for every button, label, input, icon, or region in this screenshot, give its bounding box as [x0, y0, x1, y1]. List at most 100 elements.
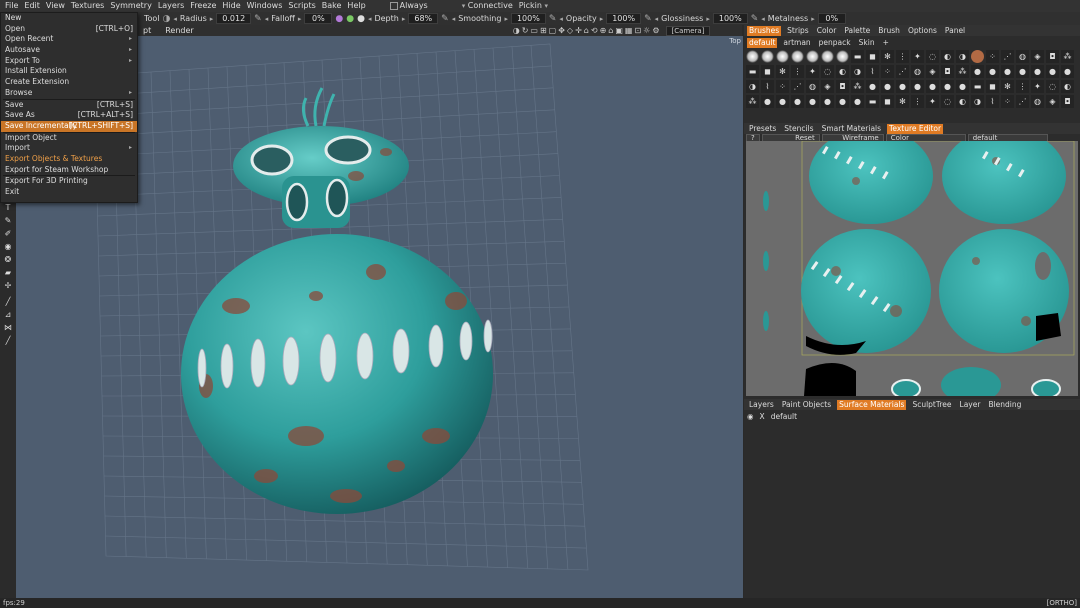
brush-thumbnail[interactable]: ● — [1046, 65, 1059, 78]
brush-thumbnail[interactable]: ● — [1061, 65, 1074, 78]
tab-paint-objects[interactable]: Paint Objects — [780, 400, 833, 410]
brush-thumbnail[interactable]: ◑ — [851, 65, 864, 78]
home-icon[interactable]: ⌂ — [608, 26, 613, 36]
tab-presets[interactable]: Presets — [747, 124, 778, 134]
brush-thumbnail[interactable]: ⌇ — [986, 95, 999, 108]
brush-tool-icon[interactable]: ✐ — [3, 229, 13, 239]
tab-texture-editor[interactable]: Texture Editor — [887, 123, 944, 134]
brush-thumbnail[interactable] — [776, 50, 789, 63]
brush-thumbnail[interactable]: ● — [761, 95, 774, 108]
glossiness-increase[interactable]: ▸ — [706, 15, 710, 23]
menu-freeze[interactable]: Freeze — [187, 0, 219, 12]
model-head[interactable] — [233, 87, 409, 228]
file-menu-import-object[interactable]: Import Object — [1, 133, 137, 144]
tab-palette[interactable]: Palette — [842, 26, 872, 36]
brush-thumbnail[interactable]: ✻ — [776, 65, 789, 78]
menu-edit[interactable]: Edit — [21, 0, 43, 12]
brush-thumbnail[interactable]: ◈ — [1046, 95, 1059, 108]
tab-surface-materials[interactable]: Surface Materials — [837, 399, 907, 410]
brush-set-artman[interactable]: artman — [781, 38, 812, 48]
brush-thumbnail[interactable]: ◑ — [956, 50, 969, 63]
file-menu-create-extension[interactable]: Create Extension — [1, 77, 137, 88]
brush-set-skin[interactable]: Skin — [857, 38, 877, 48]
brush-thumbnail[interactable]: ● — [911, 80, 924, 93]
lock-icon[interactable]: ⌂ — [584, 26, 589, 36]
brush-thumbnail[interactable]: ⋮ — [896, 50, 909, 63]
move-icon[interactable]: ✛ — [575, 26, 582, 36]
menu-textures[interactable]: Textures — [68, 0, 107, 12]
file-menu-export-to[interactable]: Export To ▸ — [1, 56, 137, 67]
opacity-decrease[interactable]: ◂ — [559, 15, 563, 23]
connective-dropdown[interactable]: ▾ Connective — [459, 0, 516, 12]
metalness-increase[interactable]: ▸ — [811, 15, 815, 23]
glossiness-decrease[interactable]: ◂ — [655, 15, 659, 23]
brush-thumbnail[interactable]: ◈ — [1031, 50, 1044, 63]
always-checkbox[interactable] — [389, 1, 398, 10]
brush-thumbnail[interactable] — [836, 50, 849, 63]
settings-icon[interactable]: ⚙ — [652, 26, 659, 36]
brush-thumbnail[interactable]: ◍ — [1031, 95, 1044, 108]
file-menu-save[interactable]: Save [CTRL+S] — [1, 100, 137, 111]
brush-thumbnail[interactable]: ● — [1016, 65, 1029, 78]
brush-thumbnail[interactable]: ◌ — [926, 50, 939, 63]
brush-thumbnail[interactable] — [806, 50, 819, 63]
glossiness-field[interactable]: 100% — [712, 13, 748, 24]
file-menu-open-recent[interactable]: Open Recent ▸ — [1, 34, 137, 45]
radius-field[interactable]: 0.012 — [216, 13, 252, 24]
brush-thumbnail[interactable]: ⁘ — [881, 65, 894, 78]
brush-thumbnail[interactable]: ● — [851, 95, 864, 108]
menu-windows[interactable]: Windows — [244, 0, 286, 12]
smoothing-decrease[interactable]: ◂ — [452, 15, 456, 23]
brush-thumbnail[interactable] — [971, 50, 984, 63]
frame-icon[interactable]: ▭ — [530, 26, 538, 36]
tab-brushes[interactable]: Brushes — [747, 25, 782, 36]
brush-thumbnail[interactable]: ⋰ — [896, 65, 909, 78]
brush-thumbnail[interactable] — [761, 50, 774, 63]
tab-stencils[interactable]: Stencils — [782, 124, 815, 134]
brush-thumbnail[interactable]: ● — [776, 95, 789, 108]
brush-thumbnail[interactable]: ◘ — [941, 65, 954, 78]
brush-thumbnail[interactable]: ✦ — [806, 65, 819, 78]
brush-thumbnail[interactable]: ● — [1031, 65, 1044, 78]
brush-thumbnail[interactable]: ● — [926, 80, 939, 93]
pickin-dropdown[interactable]: Pickin ▾ — [516, 0, 551, 12]
brush-thumbnail[interactable]: ✻ — [881, 50, 894, 63]
file-menu-exit[interactable]: Exit — [1, 187, 137, 198]
brush-thumbnail[interactable] — [821, 50, 834, 63]
brush-thumbnail[interactable]: ◘ — [1046, 50, 1059, 63]
eye-tool-icon[interactable]: ◉ — [3, 242, 13, 252]
brush-thumbnail[interactable]: ⁘ — [776, 80, 789, 93]
file-menu-browse[interactable]: Browse ▸ — [1, 88, 137, 99]
menu-help[interactable]: Help — [344, 0, 368, 12]
pick-tool-icon[interactable]: ✢ — [3, 281, 13, 291]
window-icon[interactable]: ▢ — [549, 26, 557, 36]
metalness-field[interactable]: 0% — [817, 13, 846, 24]
brush-thumbnail[interactable]: ● — [941, 80, 954, 93]
brush-thumbnail[interactable]: ● — [806, 95, 819, 108]
fill-tool-icon[interactable]: ▰ — [3, 268, 13, 278]
ortho-icon[interactable]: ⊡ — [634, 26, 641, 36]
brush-thumbnail[interactable]: ◼ — [866, 50, 879, 63]
menu-symmetry[interactable]: Symmetry — [107, 0, 154, 12]
grid-icon[interactable]: ⊞ — [540, 26, 547, 36]
metalness-decrease[interactable]: ◂ — [761, 15, 765, 23]
brush-thumbnail[interactable]: ▬ — [866, 95, 879, 108]
brush-thumbnail[interactable]: ⁘ — [986, 50, 999, 63]
brush-thumbnail[interactable]: ⋰ — [1016, 95, 1029, 108]
menu-bake[interactable]: Bake — [319, 0, 345, 12]
brush-thumbnail[interactable]: ◼ — [986, 80, 999, 93]
script-menu[interactable]: pt — [140, 25, 154, 37]
file-menu-save-incrementally[interactable]: Save Incrementally [CTRL+SHIFT+S] — [1, 120, 137, 132]
falloff-decrease[interactable]: ◂ — [265, 15, 269, 23]
depth-field[interactable]: 68% — [408, 13, 439, 24]
brush-thumbnail[interactable]: ● — [971, 65, 984, 78]
depth-decrease[interactable]: ◂ — [368, 15, 372, 23]
file-menu-new[interactable]: New — [1, 13, 137, 24]
reset-icon[interactable]: ⟲ — [591, 26, 598, 36]
camera-icon[interactable]: ▣ — [615, 26, 623, 36]
brush-thumbnail[interactable]: ● — [836, 95, 849, 108]
brush-thumbnail[interactable]: ⋰ — [1001, 50, 1014, 63]
smoothing-increase[interactable]: ▸ — [504, 15, 508, 23]
pan-icon[interactable]: ✥ — [558, 26, 565, 36]
brush-thumbnail[interactable]: ◐ — [836, 65, 849, 78]
